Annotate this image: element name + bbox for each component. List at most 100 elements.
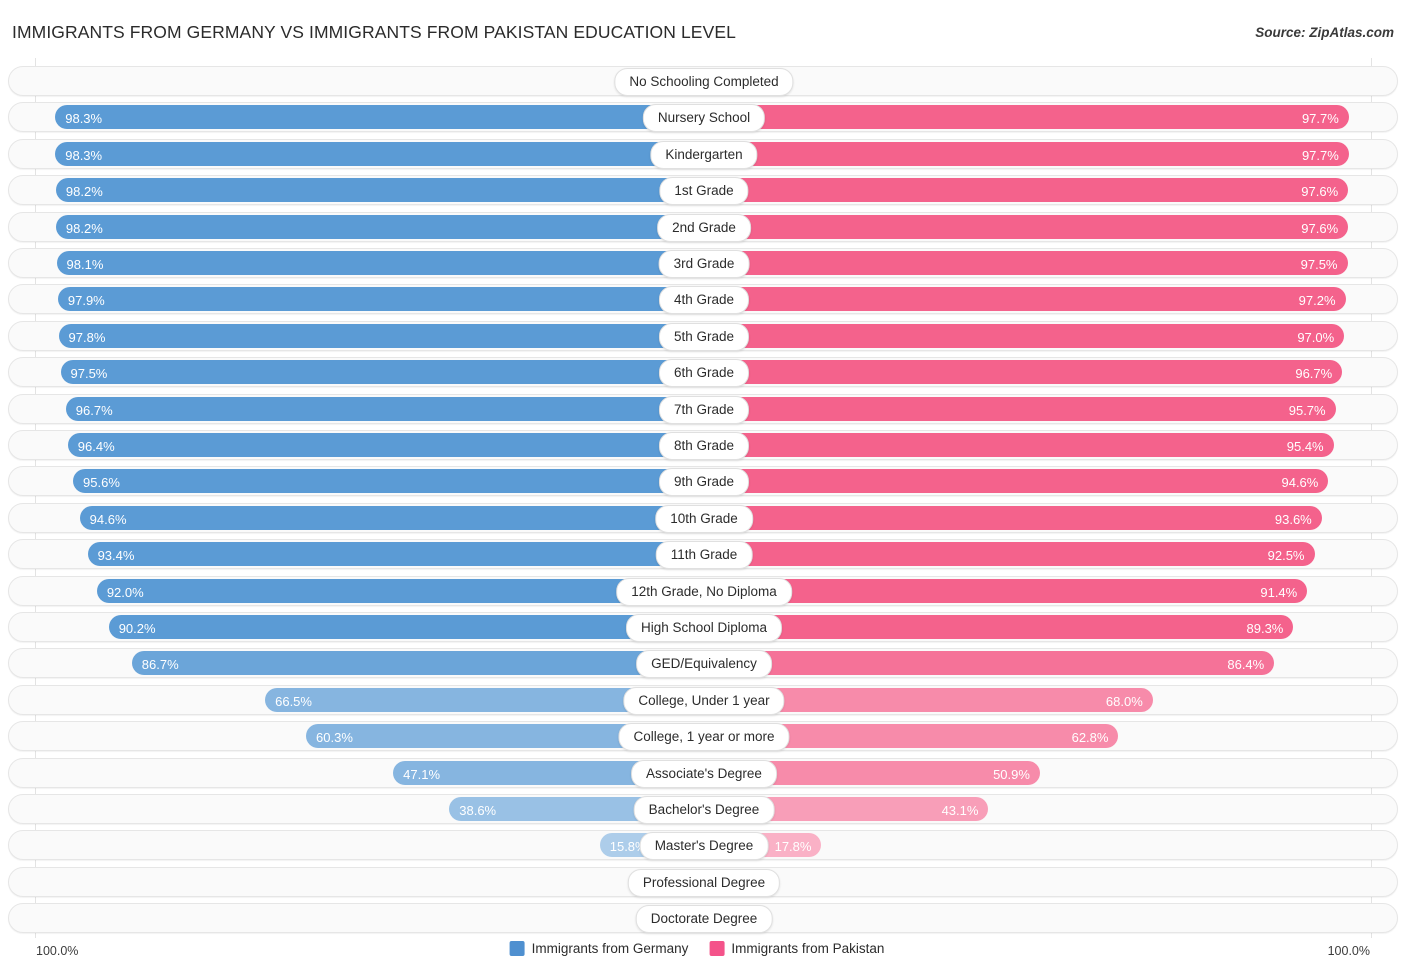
category-label[interactable]: Professional Degree xyxy=(627,868,781,897)
bar-germany: 92.0% xyxy=(96,578,704,603)
bar-pakistan: 95.4% xyxy=(704,433,1334,457)
table-row[interactable]: 86.7% 86.4% GED/Equivalency xyxy=(8,648,1398,679)
row-content: 92.0% 91.4% 12th Grade, No Diploma xyxy=(9,577,1399,606)
category-label[interactable]: College, 1 year or more xyxy=(618,723,790,752)
row-content: 38.6% 43.1% Bachelor's Degree xyxy=(9,795,1399,824)
table-row[interactable]: 96.7% 95.7% 7th Grade xyxy=(8,393,1398,424)
value-label-germany: 96.7% xyxy=(75,402,113,418)
bar-germany: 98.2% xyxy=(55,178,704,203)
table-row[interactable]: 98.1% 97.5% 3rd Grade xyxy=(8,248,1398,278)
bar-germany: 96.4% xyxy=(67,433,704,457)
row-content: 97.5% 96.7% 6th Grade xyxy=(9,358,1399,388)
row-content: 97.9% 97.2% 4th Grade xyxy=(9,285,1399,315)
value-label-pakistan: 96.7% xyxy=(1295,366,1333,382)
table-row[interactable]: 98.3% 97.7% Kindergarten xyxy=(8,138,1398,169)
row-content: 47.1% 50.9% Associate's Degree xyxy=(9,759,1399,788)
category-label[interactable]: Nursery School xyxy=(642,104,766,133)
category-label[interactable]: College, Under 1 year xyxy=(623,686,785,715)
value-label-pakistan: 97.0% xyxy=(1297,329,1335,345)
bar-germany: 97.8% xyxy=(58,323,704,348)
table-row[interactable]: 60.3% 62.8% College, 1 year or more xyxy=(8,721,1399,752)
category-label[interactable]: High School Diploma xyxy=(625,614,783,642)
table-row[interactable]: 97.8% 97.0% 5th Grade xyxy=(8,320,1398,351)
bar-germany: 86.7% xyxy=(131,651,704,676)
category-label[interactable]: 11th Grade xyxy=(655,541,753,570)
table-row[interactable]: 94.6% 93.6% 10th Grade xyxy=(8,502,1399,533)
value-label-pakistan: 95.7% xyxy=(1288,402,1326,418)
table-row[interactable]: 95.6% 94.6% 9th Grade xyxy=(8,466,1399,497)
category-label[interactable]: 4th Grade xyxy=(658,286,750,315)
category-label[interactable]: 5th Grade xyxy=(658,322,750,351)
bar-pakistan: 95.7% xyxy=(704,396,1336,421)
row-content: 60.3% 62.8% College, 1 year or more xyxy=(9,722,1399,752)
category-label[interactable]: GED/Equivalency xyxy=(636,650,772,679)
category-label[interactable]: 2nd Grade xyxy=(657,213,751,242)
chart-page: IMMIGRANTS FROM GERMANY VS IMMIGRANTS FR… xyxy=(0,0,1406,975)
bar-germany: 98.1% xyxy=(56,251,704,275)
row-content: 94.6% 93.6% 10th Grade xyxy=(9,504,1399,533)
row-content: 95.6% 94.6% 9th Grade xyxy=(9,467,1399,497)
table-row[interactable]: 2.1%2.1%Doctorate Degree xyxy=(8,903,1398,934)
bar-pakistan: 97.0% xyxy=(704,323,1345,348)
category-label[interactable]: 12th Grade, No Diploma xyxy=(616,577,792,606)
table-row[interactable]: 38.6% 43.1% Bachelor's Degree xyxy=(8,794,1398,824)
category-label[interactable]: Associate's Degree xyxy=(631,759,777,788)
value-label-pakistan: 92.5% xyxy=(1267,548,1305,564)
category-label[interactable]: 6th Grade xyxy=(658,359,750,388)
category-label[interactable]: Doctorate Degree xyxy=(635,905,773,934)
row-content: 66.5% 68.0% College, Under 1 year xyxy=(9,686,1399,715)
bar-pakistan: 86.4% xyxy=(704,651,1275,676)
value-label-germany: 98.2% xyxy=(65,184,103,200)
value-label-pakistan: 17.8% xyxy=(774,839,812,855)
category-label[interactable]: Kindergarten xyxy=(650,140,758,169)
value-label-germany: 98.2% xyxy=(65,220,103,236)
category-label[interactable]: 1st Grade xyxy=(659,177,749,206)
category-label[interactable]: 7th Grade xyxy=(658,395,750,424)
bar-germany: 98.2% xyxy=(55,214,704,239)
table-row[interactable]: 98.2% 97.6% 1st Grade xyxy=(8,175,1399,206)
table-row[interactable]: 96.4% 95.4% 8th Grade xyxy=(8,430,1398,460)
table-row[interactable]: 98.2% 97.6% 2nd Grade xyxy=(8,211,1398,242)
legend-item[interactable]: Immigrants from Pakistan xyxy=(709,941,884,956)
value-label-pakistan: 94.6% xyxy=(1281,475,1319,491)
table-row[interactable]: 90.2% 89.3% High School Diploma xyxy=(8,612,1398,642)
table-row[interactable]: 4.9%5.0%Professional Degree xyxy=(8,866,1398,897)
value-label-pakistan: 86.4% xyxy=(1227,657,1265,673)
table-row[interactable]: 97.5% 96.7% 6th Grade xyxy=(8,357,1399,388)
value-label-pakistan: 93.6% xyxy=(1274,511,1312,527)
table-row[interactable]: 93.4% 92.5% 11th Grade xyxy=(8,539,1399,570)
category-label[interactable]: Bachelor's Degree xyxy=(633,796,775,824)
value-label-germany: 90.2% xyxy=(118,621,156,636)
bar-pakistan: 93.6% xyxy=(704,505,1322,530)
table-row[interactable]: 98.3% 97.7% Nursery School xyxy=(8,102,1399,133)
row-content: 98.3% 97.7% Nursery School xyxy=(9,103,1399,133)
table-row[interactable]: 15.8% 17.8% Master's Degree xyxy=(8,830,1399,861)
row-content: 15.8% 17.8% Master's Degree xyxy=(9,831,1399,861)
legend-swatch-icon xyxy=(709,941,725,956)
category-label[interactable]: No Schooling Completed xyxy=(614,68,794,96)
legend-label: Immigrants from Pakistan xyxy=(731,941,885,956)
row-content: 98.2% 97.6% 1st Grade xyxy=(9,176,1399,206)
table-row[interactable]: 97.9% 97.2% 4th Grade xyxy=(8,284,1399,315)
category-label[interactable]: 10th Grade xyxy=(655,504,753,533)
category-label[interactable]: 8th Grade xyxy=(658,432,750,460)
value-label-germany: 98.1% xyxy=(66,257,104,272)
category-label[interactable]: 9th Grade xyxy=(658,468,750,497)
table-row[interactable]: 47.1% 50.9% Associate's Degree xyxy=(8,757,1399,788)
row-content: 1.8%2.3%No Schooling Completed xyxy=(9,67,1399,96)
value-label-pakistan: 97.6% xyxy=(1301,184,1339,200)
legend-item[interactable]: Immigrants from Germany xyxy=(509,941,688,956)
row-content: 93.4% 92.5% 11th Grade xyxy=(9,540,1399,570)
value-label-pakistan: 97.2% xyxy=(1298,293,1336,309)
value-label-pakistan: 95.4% xyxy=(1286,439,1324,454)
table-row[interactable]: 92.0% 91.4% 12th Grade, No Diploma xyxy=(8,575,1399,606)
value-label-pakistan: 97.7% xyxy=(1301,147,1339,163)
value-label-pakistan: 50.9% xyxy=(993,766,1030,782)
category-label[interactable]: Master's Degree xyxy=(639,832,769,861)
table-row[interactable]: 1.8%2.3%No Schooling Completed xyxy=(8,66,1398,96)
category-label[interactable]: 3rd Grade xyxy=(658,250,750,278)
chart-footer: 100.0% 100.0% Immigrants from Germany Imm… xyxy=(0,938,1406,975)
bar-pakistan: 97.7% xyxy=(704,105,1349,130)
value-label-pakistan: 68.0% xyxy=(1105,693,1143,709)
table-row[interactable]: 66.5% 68.0% College, Under 1 year xyxy=(8,684,1399,715)
